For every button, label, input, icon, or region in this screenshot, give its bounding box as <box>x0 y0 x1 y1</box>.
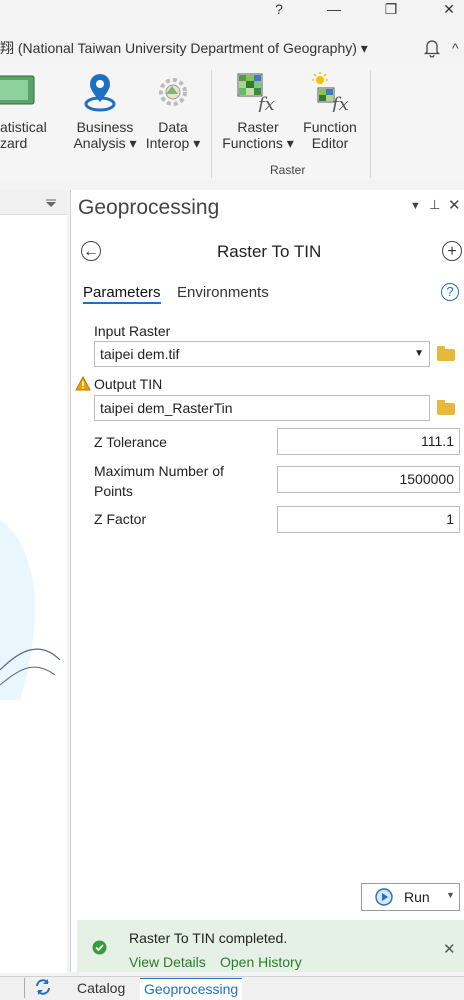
output-tin-label: Output TIN <box>94 376 163 392</box>
z-tolerance-field[interactable]: 111.1 <box>277 428 460 455</box>
data-interop-icon <box>154 72 192 112</box>
max-points-label-1: Maximum Number of <box>94 463 224 479</box>
refresh-icon[interactable] <box>34 978 52 999</box>
dismiss-status-icon[interactable]: ✕ <box>443 940 456 958</box>
z-factor-field[interactable]: 1 <box>277 506 460 533</box>
restore-button[interactable]: ❐ <box>380 0 402 20</box>
z-tolerance-label: Z Tolerance <box>94 434 167 450</box>
view-details-link[interactable]: View Details <box>129 954 206 970</box>
account-name[interactable]: 翔 (National Taiwan University Department… <box>0 38 368 58</box>
warning-icon <box>75 375 91 394</box>
browse-folder-icon[interactable] <box>437 346 455 361</box>
ribbon-separator <box>370 70 371 178</box>
pane-close-icon[interactable]: ✕ <box>448 196 461 214</box>
output-tin-value: taipei dem_RasterTin <box>100 400 233 416</box>
chevron-down-icon[interactable] <box>45 196 57 212</box>
ribbon-group-raster-label: Raster <box>270 163 306 177</box>
close-button[interactable]: ✕ <box>438 0 460 20</box>
back-icon[interactable]: ← <box>81 241 101 261</box>
run-dropdown-icon[interactable]: ▼ <box>446 890 455 900</box>
map-canvas-fragment <box>0 500 67 700</box>
input-raster-value: taipei dem.tif <box>100 346 180 362</box>
statistical-wizard-button[interactable]: atistical zard <box>0 119 47 151</box>
status-message: Raster To TIN completed. <box>129 930 288 946</box>
function-editor-icon: fx <box>310 72 354 115</box>
chevron-up-icon[interactable]: ^ <box>452 40 459 56</box>
max-points-field[interactable]: 1500000 <box>277 466 460 493</box>
geoprocessing-pane <box>70 190 464 972</box>
run-label: Run <box>404 889 430 905</box>
play-icon <box>375 888 393 909</box>
tab-parameters[interactable]: Parameters <box>83 284 161 304</box>
open-history-link[interactable]: Open History <box>220 954 302 970</box>
raster-functions-button[interactable]: Raster Functions ▾ <box>222 119 294 151</box>
output-tin-field[interactable]: taipei dem_RasterTin <box>94 395 430 421</box>
tab-geoprocessing[interactable]: Geoprocessing <box>140 978 243 1000</box>
minimize-button[interactable]: — <box>323 0 345 20</box>
statistical-wizard-icon <box>0 72 40 108</box>
dropdown-arrow-icon[interactable]: ▼ <box>414 342 424 366</box>
max-points-label-2: Points <box>94 483 133 499</box>
business-analysis-icon <box>82 72 118 112</box>
tool-title: Raster To TIN <box>217 242 322 261</box>
pin-icon[interactable]: ⊥ <box>429 197 440 213</box>
tab-separator <box>24 978 25 998</box>
raster-functions-icon: fx <box>236 72 280 115</box>
function-editor-button[interactable]: Function Editor <box>298 119 362 151</box>
ribbon-separator <box>211 70 212 178</box>
success-check-icon <box>92 940 107 958</box>
add-icon[interactable]: + <box>442 241 462 261</box>
pane-title: Geoprocessing <box>78 196 220 219</box>
z-factor-label: Z Factor <box>94 511 147 527</box>
input-raster-field[interactable]: taipei dem.tif ▼ <box>94 341 430 367</box>
run-button[interactable]: Run ▼ <box>361 883 460 911</box>
tab-catalog[interactable]: Catalog <box>73 978 129 999</box>
tab-environments[interactable]: Environments <box>177 284 269 301</box>
svg-text:fx: fx <box>256 94 275 112</box>
help-button[interactable]: ? <box>270 0 288 20</box>
notification-bell-icon[interactable] <box>423 38 441 61</box>
pane-menu-icon[interactable]: ▼ <box>410 200 421 212</box>
svg-text:fx: fx <box>330 94 349 112</box>
business-analysis-button[interactable]: Business Analysis ▾ <box>70 119 140 151</box>
input-raster-label: Input Raster <box>94 323 171 339</box>
data-interop-button[interactable]: Data Interop ▾ <box>143 119 203 151</box>
help-icon[interactable]: ? <box>441 283 459 301</box>
browse-folder-icon[interactable] <box>437 400 455 415</box>
